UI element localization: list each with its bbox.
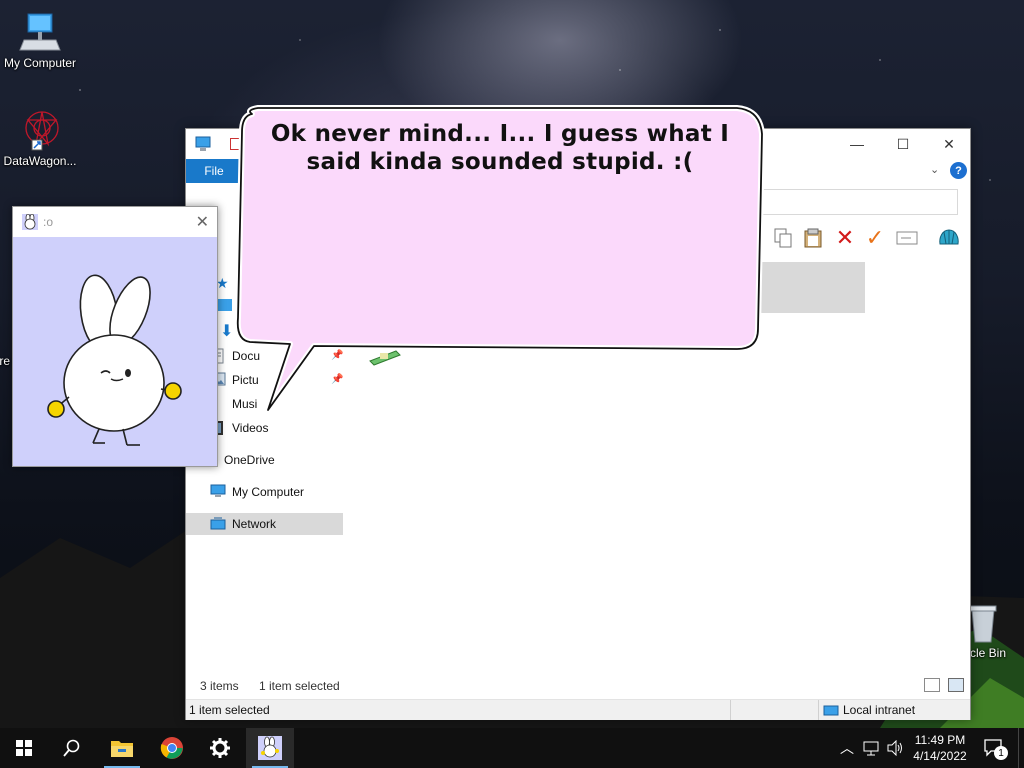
desktop-icon-label: DataWagon... [3, 154, 77, 168]
network-tray-icon[interactable] [860, 728, 882, 768]
start-icon [16, 740, 32, 756]
close-icon[interactable]: ✕ [196, 212, 209, 232]
notifications-button[interactable]: 1 [980, 728, 1008, 768]
desktop-icon-datawagon[interactable]: DataWagon... [0, 108, 80, 168]
pet-titlebar[interactable]: :o ✕ [13, 207, 217, 237]
statusbar-divider [818, 700, 819, 720]
datawagon-shortcut-icon [18, 108, 62, 152]
desktop-icon-partial[interactable]: re [0, 354, 10, 368]
nav-item-my-computer[interactable]: My Computer [186, 481, 343, 503]
check-icon[interactable]: ✓ [862, 225, 888, 251]
bunny-character [47, 274, 182, 446]
toolbar: ✕ ✓ [766, 225, 966, 251]
taskbar-settings[interactable] [196, 728, 244, 768]
show-desktop-button[interactable] [1018, 728, 1024, 768]
copy-icon[interactable] [770, 225, 796, 251]
selected-item-highlight[interactable] [761, 262, 865, 313]
desktop-icon-label: re [0, 354, 10, 368]
rename-icon[interactable] [894, 225, 920, 251]
intranet-icon [823, 703, 839, 717]
taskbar-bunny-app[interactable] [246, 728, 294, 768]
ribbon-expand-icon[interactable]: ⌄ [930, 163, 939, 176]
pet-window-title: :o [43, 215, 54, 229]
computer-icon [210, 484, 226, 500]
clock-date: 4/14/2022 [913, 749, 967, 763]
nav-item-label: Network [232, 517, 277, 531]
file-explorer-icon [111, 741, 133, 757]
nav-item-label: OneDrive [224, 453, 275, 467]
search-icon [63, 739, 80, 757]
desktop-icon-label: My Computer [3, 56, 77, 70]
bunny-icon [22, 213, 38, 230]
delete-icon[interactable]: ✕ [832, 225, 858, 251]
nav-item-label: My Computer [232, 485, 305, 499]
recycle-bin-icon [968, 604, 998, 644]
settings-icon [210, 738, 230, 758]
item-count: 3 items [200, 679, 239, 693]
maximize-button[interactable]: ☐ [880, 129, 926, 159]
network-icon [210, 516, 226, 532]
desktop-icon-my-computer[interactable]: My Computer [0, 10, 80, 70]
nav-item-label: Videos [232, 421, 269, 435]
chrome-icon [160, 737, 183, 759]
volume-icon[interactable] [884, 728, 906, 768]
statusbar-divider [730, 700, 731, 720]
clock-time: 11:49 PM [914, 733, 966, 747]
start-button[interactable] [0, 728, 48, 768]
paste-icon[interactable] [800, 225, 826, 251]
speech-bubble-text: Ok never mind... I... I guess what I sai… [270, 121, 730, 175]
taskbar: ︿ 11:49 PM 4/14/2022 1 [0, 728, 1024, 768]
search-button[interactable] [48, 728, 96, 768]
clock[interactable]: 11:49 PM 4/14/2022 [904, 732, 976, 764]
large-icons-view-icon[interactable] [948, 678, 964, 692]
computer-icon [18, 10, 62, 54]
details-view-icon[interactable] [924, 678, 940, 692]
speech-bubble: Ok never mind... I... I guess what I sai… [232, 104, 768, 414]
bunny-app-icon [258, 736, 282, 760]
tray-chevron-up-icon[interactable]: ︿ [838, 728, 856, 768]
status-row: 3 items 1 item selected [186, 675, 970, 697]
shell-icon[interactable] [936, 225, 962, 251]
close-button[interactable]: ✕ [926, 129, 972, 159]
computer-icon [194, 136, 212, 155]
taskbar-file-explorer[interactable] [98, 728, 146, 768]
pet-canvas[interactable] [13, 237, 217, 466]
help-icon[interactable]: ? [950, 162, 967, 179]
pet-window[interactable]: :o ✕ [12, 206, 218, 467]
minimize-button[interactable]: — [834, 129, 880, 159]
taskbar-chrome[interactable] [148, 728, 196, 768]
statusbar-selection: 1 item selected [189, 703, 270, 717]
status-bar: 1 item selected Local intranet [186, 699, 970, 720]
nav-item-network[interactable]: Network [186, 513, 343, 535]
selected-count: 1 item selected [259, 679, 340, 693]
notification-badge: 1 [994, 746, 1008, 760]
zone-label: Local intranet [843, 703, 916, 717]
